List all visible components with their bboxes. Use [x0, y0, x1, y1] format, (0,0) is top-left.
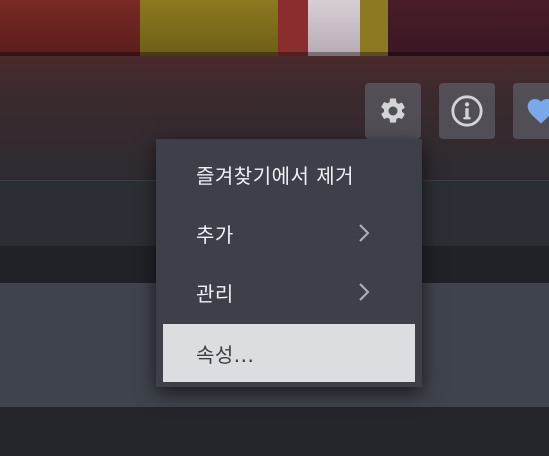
settings-button[interactable]	[365, 83, 421, 139]
chevron-right-icon	[359, 283, 370, 301]
favorite-button[interactable]	[513, 83, 549, 139]
heart-icon	[527, 99, 549, 124]
menu-item-add[interactable]: 추가	[163, 204, 415, 262]
header-artwork	[0, 0, 549, 56]
gear-icon	[381, 98, 405, 123]
menu-item-properties[interactable]: 속성...	[163, 324, 415, 382]
menu-item-label: 추가	[196, 222, 234, 247]
content-footer	[0, 407, 549, 456]
menu-item-label: 즐겨찾기에서 제거	[196, 163, 355, 188]
app-window: 즐겨찾기에서 제거 추가 관리 속성...	[0, 0, 549, 456]
info-icon	[451, 95, 483, 127]
chevron-right-icon	[359, 224, 370, 242]
menu-item-label: 관리	[196, 281, 234, 306]
info-button[interactable]	[439, 83, 495, 139]
context-menu: 즐겨찾기에서 제거 추가 관리 속성...	[156, 139, 422, 387]
menu-item-remove-favorite[interactable]: 즐겨찾기에서 제거	[163, 145, 415, 203]
menu-item-label: 속성...	[196, 342, 255, 367]
menu-item-manage[interactable]: 관리	[163, 263, 415, 321]
